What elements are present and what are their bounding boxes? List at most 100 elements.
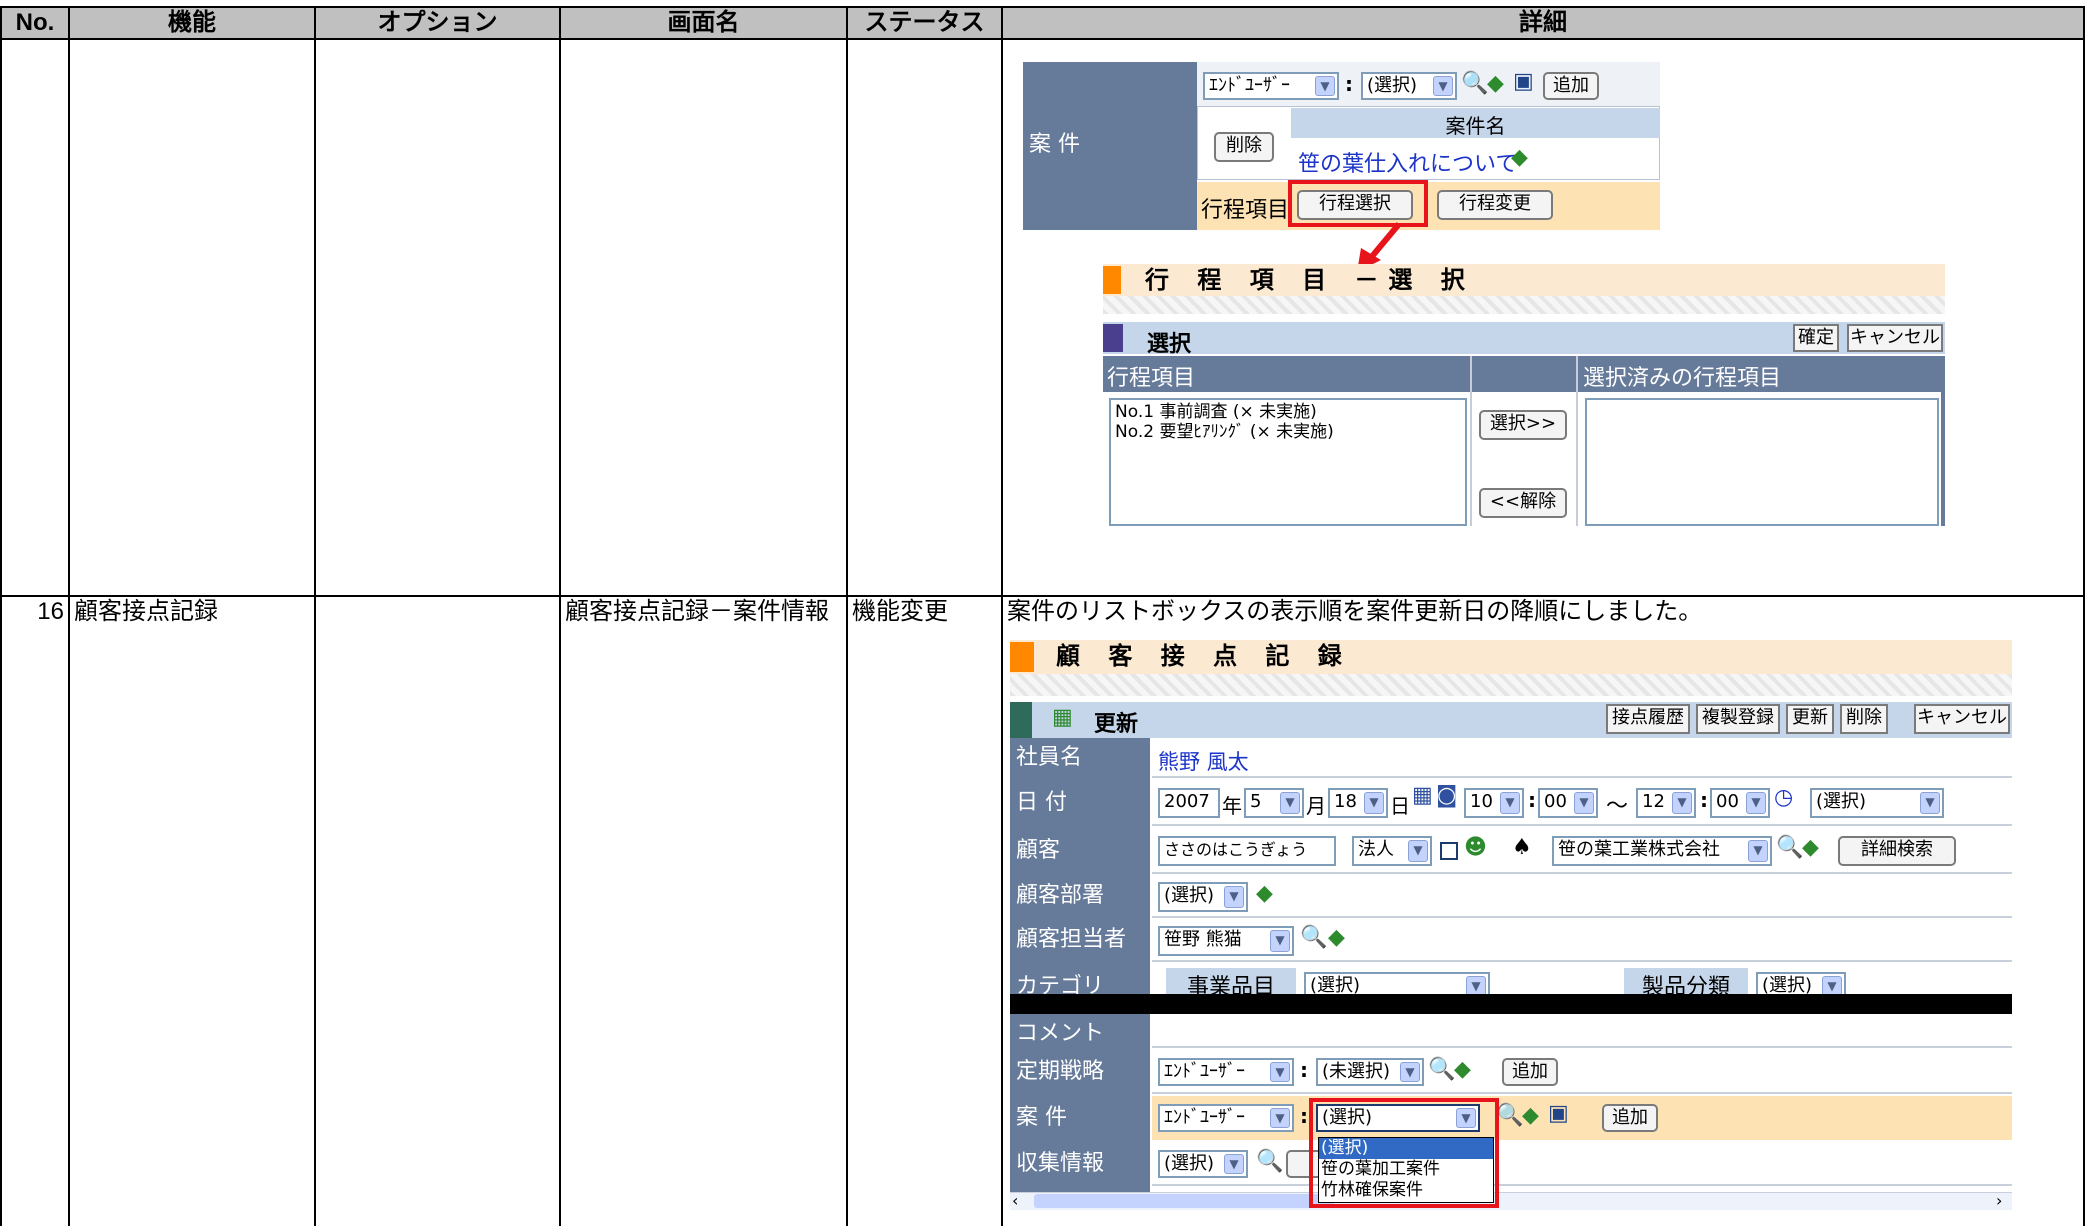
customer-kana-input[interactable]: ささのはこうぎょう [1158, 836, 1336, 866]
month-unit: 月 [1306, 794, 1326, 818]
date-type-select[interactable]: (選択) ▼ [1810, 788, 1944, 818]
add-strategy-button[interactable]: 追加 [1502, 1058, 1558, 1086]
start-minute-select[interactable]: 00 ▼ [1538, 788, 1598, 818]
dept-label: 顧客部署 [1010, 876, 1150, 918]
collect-select[interactable]: (選択) ▼ [1158, 1150, 1248, 1178]
chevron-down-icon: ▼ [1408, 840, 1428, 862]
project-select[interactable]: (選択) ▼ [1361, 72, 1457, 100]
customer-type-value: 法人 [1358, 839, 1394, 860]
customer-company-select[interactable]: 笹の葉工業株式会社 ▼ [1552, 836, 1772, 866]
strategy-label: 定期戦略 [1010, 1050, 1150, 1094]
year-input[interactable]: 2007 [1158, 788, 1220, 818]
search-icon[interactable]: 🔍 [1300, 926, 1327, 950]
grid-line [68, 36, 70, 1226]
person-icon: ☻ [1464, 835, 1487, 860]
cancel-button[interactable]: キャンセル [1847, 324, 1943, 352]
update-button[interactable]: 更新 [1786, 704, 1834, 734]
month-select[interactable]: 5 ▼ [1244, 788, 1304, 818]
add-project-button[interactable]: 追加 [1602, 1104, 1658, 1132]
start-hour-select[interactable]: 10 ▼ [1464, 788, 1524, 818]
edit-book-icon[interactable]: ◆ [1256, 882, 1273, 906]
header-divider [1576, 356, 1578, 526]
title-accent [1010, 642, 1034, 672]
day-select[interactable]: 18 ▼ [1328, 788, 1388, 818]
contact-select[interactable]: 笹野 熊猫 ▼ [1158, 926, 1294, 956]
employee-name: 熊野 風太 [1158, 750, 1249, 774]
edit-book-icon[interactable]: ◆ [1454, 1058, 1471, 1082]
search-icon[interactable]: 🔍 [1496, 1104, 1523, 1128]
chevron-down-icon: ▼ [1270, 1108, 1290, 1128]
list-item[interactable]: No.1 事前調査 (× 未実施) [1115, 402, 1461, 422]
delete-project-button[interactable]: 削除 [1214, 132, 1274, 162]
chevron-down-icon: ▼ [1466, 976, 1486, 994]
header-divider [1470, 356, 1472, 526]
scroll-left-icon[interactable]: ‹ [1012, 1192, 1018, 1210]
process-change-button[interactable]: 行程変更 [1437, 190, 1553, 220]
chevron-down-icon: ▼ [1270, 930, 1290, 952]
select-move-button[interactable]: 選択>> [1479, 410, 1567, 440]
detail-search-button[interactable]: 詳細検索 [1838, 836, 1956, 866]
edit-book-icon[interactable]: ◆ [1328, 926, 1345, 950]
scroll-thumb[interactable] [1034, 1194, 1334, 1208]
chevron-down-icon: ▼ [1400, 1062, 1420, 1082]
row16-feature: 顧客接点記録 [74, 598, 218, 625]
customer-type-select[interactable]: 法人 ▼ [1352, 836, 1432, 866]
customer-company-value: 笹の葉工業株式会社 [1558, 839, 1720, 860]
lookup-icon[interactable]: ▣ [1513, 70, 1534, 94]
strategy-select[interactable]: (未選択) ▼ [1316, 1058, 1424, 1086]
release-move-button[interactable]: <<解除 [1479, 488, 1567, 518]
row16-detail: 案件のリストボックスの表示順を案件更新日の降順にしました。 [1007, 598, 1703, 625]
contact-history-button[interactable]: 接点履歴 [1606, 704, 1690, 734]
selected-listbox[interactable] [1585, 398, 1939, 526]
confirm-button[interactable]: 確定 [1793, 324, 1839, 352]
project-enduser-select[interactable]: ｴﾝﾄﾞﾕｰｻﾞｰ ▼ [1158, 1104, 1294, 1132]
camera-icon[interactable]: ◙ [1436, 784, 1457, 808]
edit-book-icon[interactable]: ◆ [1487, 72, 1504, 96]
day-unit: 日 [1390, 794, 1410, 818]
search-icon[interactable]: 🔍 [1428, 1058, 1455, 1082]
date-type-value: (選択) [1816, 791, 1867, 812]
search-icon[interactable]: 🔍 [1256, 1150, 1283, 1174]
edit-book-icon[interactable]: ◆ [1511, 146, 1528, 170]
chevron-down-icon: ▼ [1920, 792, 1940, 814]
delete-button[interactable]: 削除 [1840, 704, 1888, 734]
employee-row [1152, 738, 2012, 778]
edit-book-icon[interactable]: ◆ [1522, 1104, 1539, 1128]
lookup-icon[interactable]: ▣ [1548, 1102, 1569, 1126]
product-class-select[interactable]: (選択) ▼ [1756, 972, 1846, 994]
end-minute-select[interactable]: 00 ▼ [1710, 788, 1770, 818]
search-icon[interactable]: 🔍 [1776, 836, 1803, 860]
project-select-value: (選択) [1367, 75, 1418, 96]
cropped-section-band [1010, 994, 2012, 1014]
subbar-accent [1010, 702, 1032, 738]
select-subtitle: 選択 [1147, 332, 1192, 357]
project-link[interactable]: 笹の葉仕入れについて [1298, 146, 1517, 178]
contact-record-title: 顧 客 接 点 記 録 [1010, 640, 2012, 674]
list-item[interactable]: No.2 要望ﾋｱﾘﾝｸﾞ (× 未実施) [1115, 422, 1461, 442]
scroll-right-icon[interactable]: › [1996, 1192, 2002, 1210]
edit-book-icon[interactable]: ◆ [1802, 836, 1819, 860]
column-header-no: No. [0, 6, 70, 40]
cancel-button[interactable]: キャンセル [1914, 704, 2010, 734]
binoculars-icon[interactable]: ♠ [1512, 836, 1532, 860]
tab-product-class[interactable]: 製品分類 [1624, 968, 1748, 994]
business-item-select[interactable]: (選択) ▼ [1304, 972, 1490, 994]
tab-business-item[interactable]: 事業品目 [1166, 968, 1296, 994]
search-icon[interactable]: 🔍 [1461, 72, 1488, 96]
strategy-enduser-select[interactable]: ｴﾝﾄﾞﾕｰｻﾞｰ ▼ [1158, 1058, 1294, 1086]
clock-icon[interactable]: ◷ [1774, 786, 1793, 810]
add-project-button[interactable]: 追加 [1543, 72, 1599, 100]
dept-select[interactable]: (選択) ▼ [1158, 882, 1248, 912]
process-select-screenshot: 行 程 項 目 －選 択 選択 確定 キャンセル 行程項目 選択済みの行程項目 … [1103, 264, 1945, 526]
end-hour-select[interactable]: 12 ▼ [1636, 788, 1696, 818]
project-label: 案 件 [1010, 1096, 1150, 1140]
grid-line [2083, 36, 2085, 1226]
customer-checkbox[interactable] [1440, 842, 1458, 860]
calendar-icon[interactable]: ▦ [1412, 784, 1433, 808]
enduser-select[interactable]: ｴﾝﾄﾞﾕｰｻﾞｰ ▼ [1203, 72, 1339, 100]
chevron-down-icon: ▼ [1748, 840, 1768, 862]
dept-row [1152, 876, 2012, 918]
process-list-header-bg [1103, 356, 1945, 392]
copy-register-button[interactable]: 複製登録 [1696, 704, 1780, 734]
process-listbox[interactable]: No.1 事前調査 (× 未実施) No.2 要望ﾋｱﾘﾝｸﾞ (× 未実施) [1109, 398, 1467, 526]
